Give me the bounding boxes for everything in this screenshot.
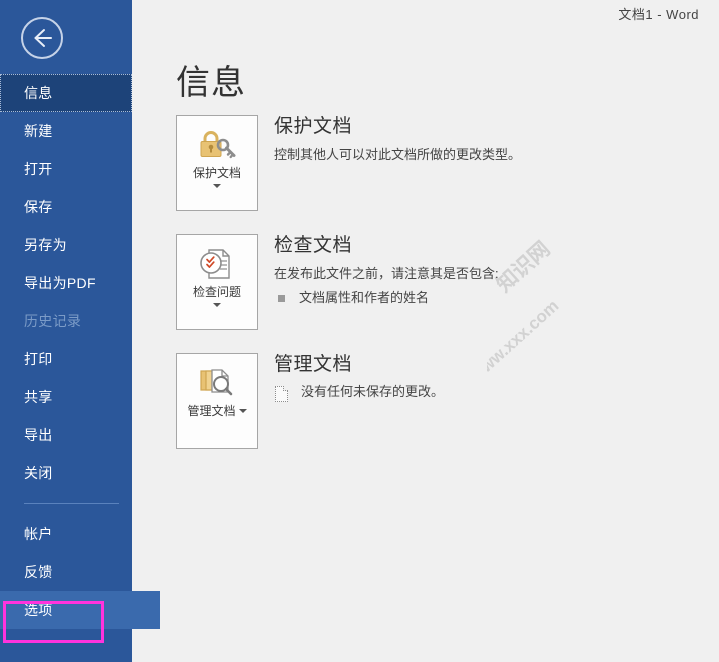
sidebar-item-export-pdf[interactable]: 导出为PDF (0, 264, 132, 302)
sidebar-item-feedback[interactable]: 反馈 (0, 553, 132, 591)
sidebar-item-info[interactable]: 信息 (0, 74, 132, 112)
sidebar-item-save[interactable]: 保存 (0, 188, 132, 226)
sidebar-item-new[interactable]: 新建 (0, 112, 132, 150)
chevron-down-icon[interactable] (213, 303, 221, 307)
list-item: 文档属性和作者的姓名 (274, 289, 714, 307)
document-inspect-icon (197, 247, 237, 281)
backstage-main-pane: 信息 知识网 www.xxx.com 保护文档 保护文档 控制其他人可以对此文档… (132, 0, 719, 662)
list-item: 没有任何未保存的更改。 (274, 383, 714, 402)
list-item-text: 没有任何未保存的更改。 (301, 384, 445, 399)
sidebar-item-open[interactable]: 打开 (0, 150, 132, 188)
sidebar-item-print[interactable]: 打印 (0, 340, 132, 378)
draft-document-icon (275, 386, 288, 402)
section-heading: 保护文档 (274, 116, 353, 137)
sidebar-item-close[interactable]: 关闭 (0, 454, 132, 492)
check-for-issues-label: 检查问题 (192, 285, 241, 299)
square-bullet-icon (278, 295, 285, 302)
back-arrow-icon[interactable] (21, 17, 63, 59)
section-heading: 检查文档 (274, 235, 353, 256)
manage-document-label: 管理文档 (180, 404, 254, 419)
sidebar-item-share[interactable]: 共享 (0, 378, 132, 416)
sidebar-item-save-as[interactable]: 另存为 (0, 226, 132, 264)
section-description: 在发布此文件之前，请注意其是否包含: (274, 266, 499, 281)
protect-document-button[interactable]: 保护文档 (176, 115, 258, 211)
page-title: 信息 (176, 64, 246, 102)
protect-document-label: 保护文档 (192, 166, 241, 180)
protect-document-body: 保护文档 控制其他人可以对此文档所做的更改类型。 (274, 115, 714, 164)
check-for-issues-button[interactable]: 检查问题 (176, 234, 258, 330)
list-item-text: 文档属性和作者的姓名 (299, 290, 430, 305)
section-description: 控制其他人可以对此文档所做的更改类型。 (274, 147, 522, 162)
manage-document-button[interactable]: 管理文档 (176, 353, 258, 449)
manage-documents-icon (197, 366, 237, 400)
chevron-down-icon[interactable] (238, 409, 247, 413)
word-backstage-info-screen: 信息 新建 打开 保存 另存为 导出为PDF 历史记录 打印 共享 导出 关闭 … (0, 0, 719, 662)
backstage-nav-list: 信息 新建 打开 保存 另存为 导出为PDF 历史记录 打印 共享 导出 关闭 … (0, 74, 160, 629)
sidebar-item-export[interactable]: 导出 (0, 416, 132, 454)
sidebar-divider (24, 503, 119, 504)
section-heading: 管理文档 (274, 354, 353, 375)
inspect-document-body: 检查文档 在发布此文件之前，请注意其是否包含: 文档属性和作者的姓名 (274, 234, 714, 307)
manage-document-label-text: 管理文档 (187, 404, 236, 418)
manage-document-body: 管理文档 没有任何未保存的更改。 (274, 353, 714, 402)
sidebar-item-account[interactable]: 帐户 (0, 515, 132, 553)
backstage-sidebar: 信息 新建 打开 保存 另存为 导出为PDF 历史记录 打印 共享 导出 关闭 … (0, 0, 160, 662)
sidebar-item-history: 历史记录 (24, 313, 82, 329)
lock-key-icon (195, 128, 239, 162)
chevron-down-icon[interactable] (213, 184, 221, 188)
